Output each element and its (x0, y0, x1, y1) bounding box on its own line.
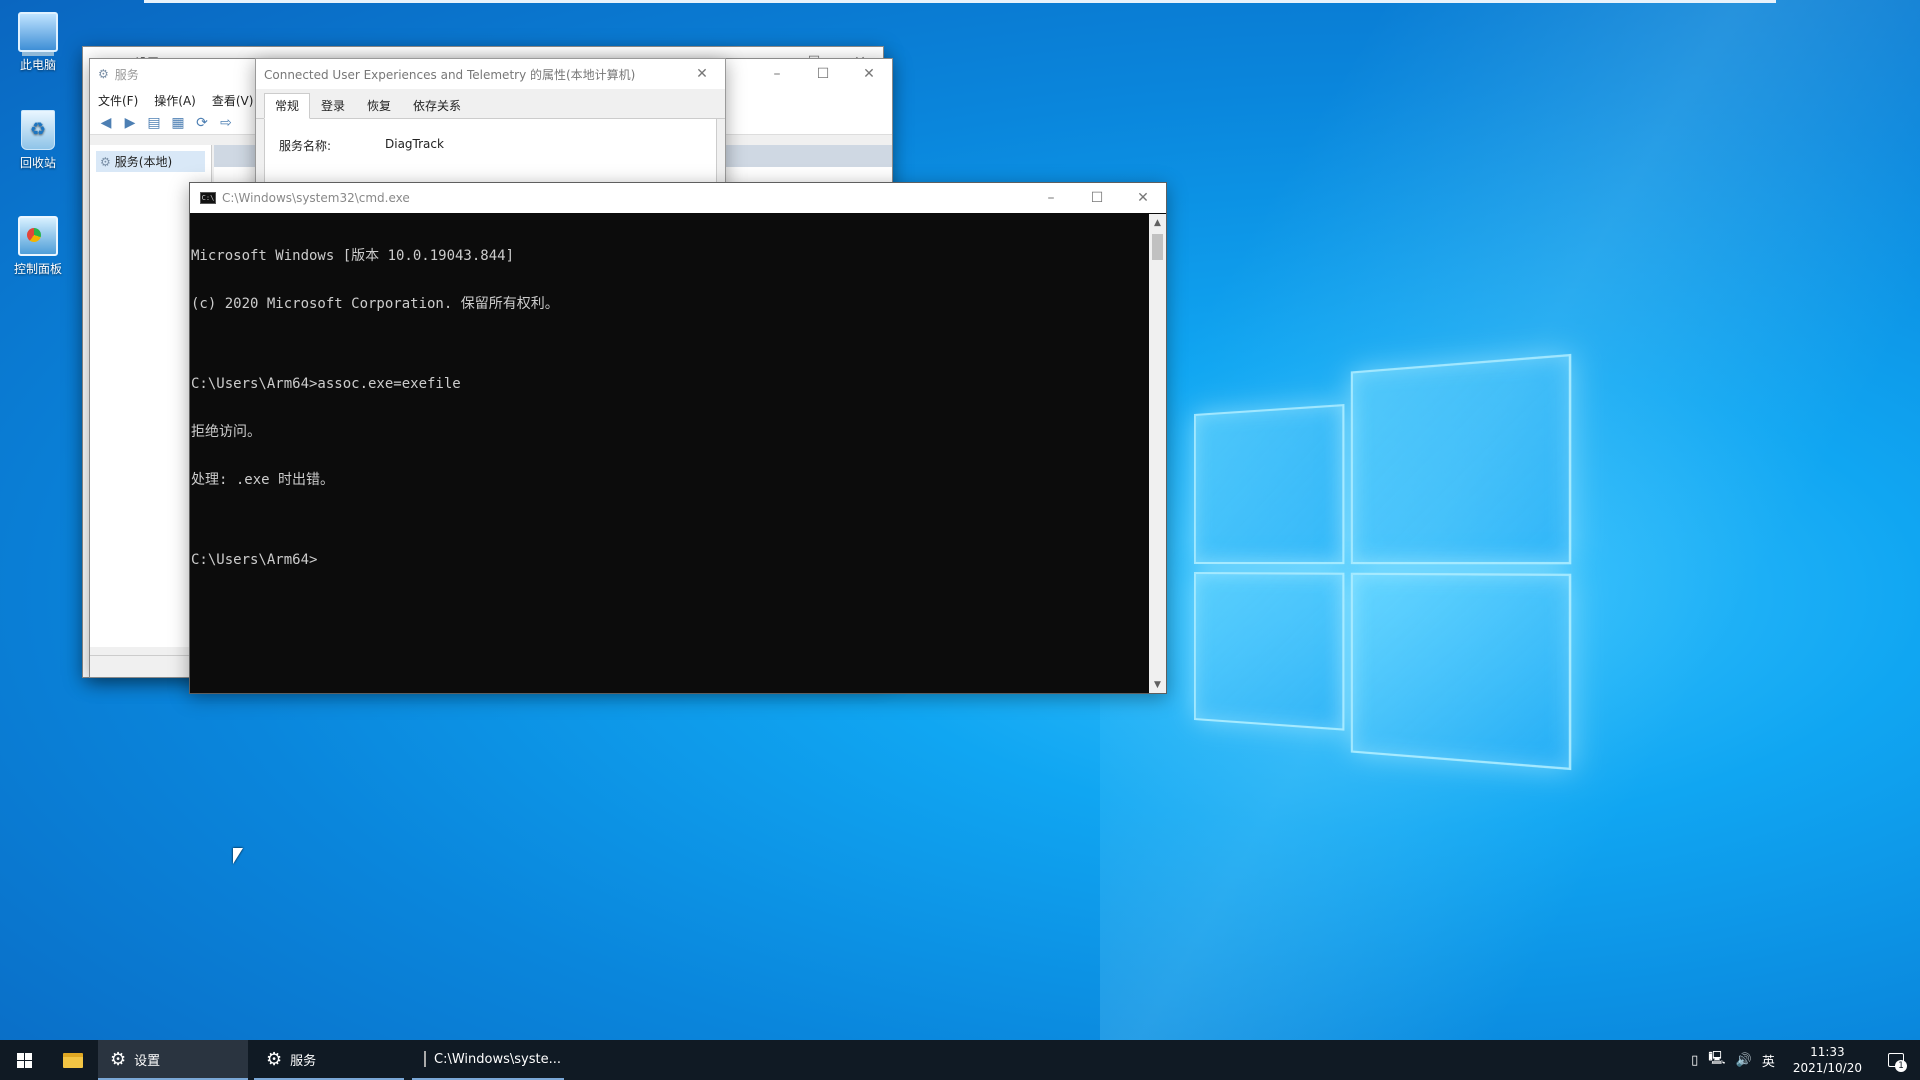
console-line: C:\Users\Arm64>assoc.exe=exefile (191, 376, 461, 392)
control-panel-icon (18, 216, 58, 256)
top-edge-bar (144, 0, 1776, 3)
tree-item-services-local[interactable]: ⚙ 服务(本地) (96, 151, 205, 172)
desktop-icon-this-pc[interactable]: 此电脑 (8, 12, 68, 73)
folder-icon (63, 1052, 83, 1068)
gear-icon: ⚙ (266, 1048, 283, 1070)
console-prompt: C:\Users\Arm64> (191, 552, 318, 568)
console-tree-icon[interactable]: ▤ (144, 114, 164, 132)
service-name-row: 服务名称: DiagTrack (279, 137, 702, 154)
console-line: 拒绝访问。 (191, 424, 261, 440)
windows-logo-wallpaper (1194, 353, 1572, 771)
tab-general[interactable]: 常规 (264, 93, 311, 119)
menu-file[interactable]: 文件(F) (98, 92, 138, 109)
properties-tabs: 常规 登录 恢复 依存关系 (256, 93, 725, 119)
tab-dependencies[interactable]: 依存关系 (402, 93, 472, 118)
scroll-up-arrow-icon[interactable]: ▲ (1149, 214, 1166, 231)
task-label: 服务 (290, 1053, 317, 1069)
taskbar-item-cmd[interactable]: C:\Windows\syste... (412, 1040, 564, 1080)
vertical-scrollbar[interactable]: ▲ ▼ (1149, 214, 1166, 693)
file-explorer-button[interactable] (48, 1040, 98, 1080)
back-arrow-icon[interactable]: ◀ (96, 114, 116, 132)
tab-recovery[interactable]: 恢复 (356, 93, 402, 118)
desktop-icon-label: 控制面板 (13, 262, 62, 276)
properties-titlebar[interactable]: Connected User Experiences and Telemetry… (256, 59, 725, 89)
console-line: (c) 2020 Microsoft Corporation. 保留所有权利。 (191, 296, 559, 312)
console-line: 处理: .exe 时出错。 (191, 472, 335, 488)
recycle-bin-icon (21, 110, 55, 150)
properties-icon[interactable]: ▦ (168, 114, 188, 132)
maximize-button[interactable]: ☐ (1074, 183, 1120, 213)
minimize-button[interactable]: – (754, 59, 800, 89)
window-title: 服务 (114, 67, 139, 82)
clock[interactable]: 11:33 2021/10/20 (1785, 1044, 1870, 1076)
tab-logon[interactable]: 登录 (310, 93, 356, 118)
system-tray: ▯ 🖳 🔊 英 11:33 2021/10/20 1 (1691, 1040, 1920, 1080)
gear-icon: ⚙ (100, 154, 111, 169)
volume-icon[interactable]: 🔊 (1736, 1053, 1752, 1068)
clock-time: 11:33 (1810, 1045, 1845, 1059)
console-output[interactable]: Microsoft Windows [版本 10.0.19043.844] (c… (190, 214, 1149, 693)
console-line: Microsoft Windows [版本 10.0.19043.844] (191, 248, 515, 264)
usb-icon[interactable]: ▯ (1691, 1053, 1698, 1068)
desktop-icon-label: 回收站 (19, 156, 56, 170)
action-center-button[interactable]: 1 (1880, 1040, 1912, 1080)
computer-icon (18, 12, 58, 52)
desktop-icon-control-panel[interactable]: 控制面板 (8, 216, 68, 277)
taskbar: ⚙ 设置 ⚙ 服务 C:\Windows\syste... ▯ 🖳 🔊 英 11… (0, 1040, 1920, 1080)
scroll-thumb[interactable] (1152, 234, 1163, 260)
maximize-button[interactable]: ☐ (800, 59, 846, 89)
menu-view[interactable]: 查看(V) (212, 92, 254, 109)
start-button[interactable] (0, 1040, 48, 1080)
service-name-label: 服务名称: (279, 139, 332, 153)
forward-arrow-icon[interactable]: ▶ (120, 114, 140, 132)
clock-date: 2021/10/20 (1792, 1061, 1862, 1075)
dialog-title: Connected User Experiences and Telemetry… (264, 67, 636, 82)
minimize-button[interactable]: – (1028, 183, 1074, 213)
cmd-icon (424, 1051, 426, 1067)
export-icon[interactable]: ⇨ (216, 114, 236, 132)
network-icon[interactable]: 🖳 (1708, 1049, 1725, 1071)
desktop-icon-recycle-bin[interactable]: 回收站 (8, 110, 68, 171)
windows-start-icon (16, 1052, 32, 1068)
gear-icon: ⚙ (110, 1048, 127, 1070)
menu-action[interactable]: 操作(A) (154, 92, 196, 109)
desktop-icon-label: 此电脑 (19, 58, 56, 72)
cmd-icon: C:\ (200, 192, 216, 204)
taskbar-item-services[interactable]: ⚙ 服务 (254, 1040, 404, 1080)
notification-badge: 1 (1895, 1060, 1907, 1072)
task-label: C:\Windows\syste... (434, 1051, 561, 1067)
window-title: C:\Windows\system32\cmd.exe (222, 191, 410, 205)
task-label: 设置 (134, 1053, 161, 1069)
cmd-window[interactable]: C:\ C:\Windows\system32\cmd.exe – ☐ ✕ Mi… (189, 182, 1167, 694)
tree-item-label: 服务(本地) (114, 155, 173, 169)
mouse-cursor-icon (233, 848, 243, 864)
gear-icon: ⚙ (98, 67, 109, 81)
refresh-icon[interactable]: ⟳ (192, 114, 212, 132)
close-button[interactable]: ✕ (846, 59, 892, 89)
service-name-value: DiagTrack (385, 137, 444, 151)
scroll-down-arrow-icon[interactable]: ▼ (1149, 676, 1166, 693)
cmd-titlebar[interactable]: C:\ C:\Windows\system32\cmd.exe (190, 183, 1166, 213)
taskbar-item-settings[interactable]: ⚙ 设置 (98, 1040, 248, 1080)
ime-indicator[interactable]: 英 (1762, 1051, 1775, 1070)
close-button[interactable]: ✕ (1120, 183, 1166, 213)
close-button[interactable]: ✕ (679, 59, 725, 89)
